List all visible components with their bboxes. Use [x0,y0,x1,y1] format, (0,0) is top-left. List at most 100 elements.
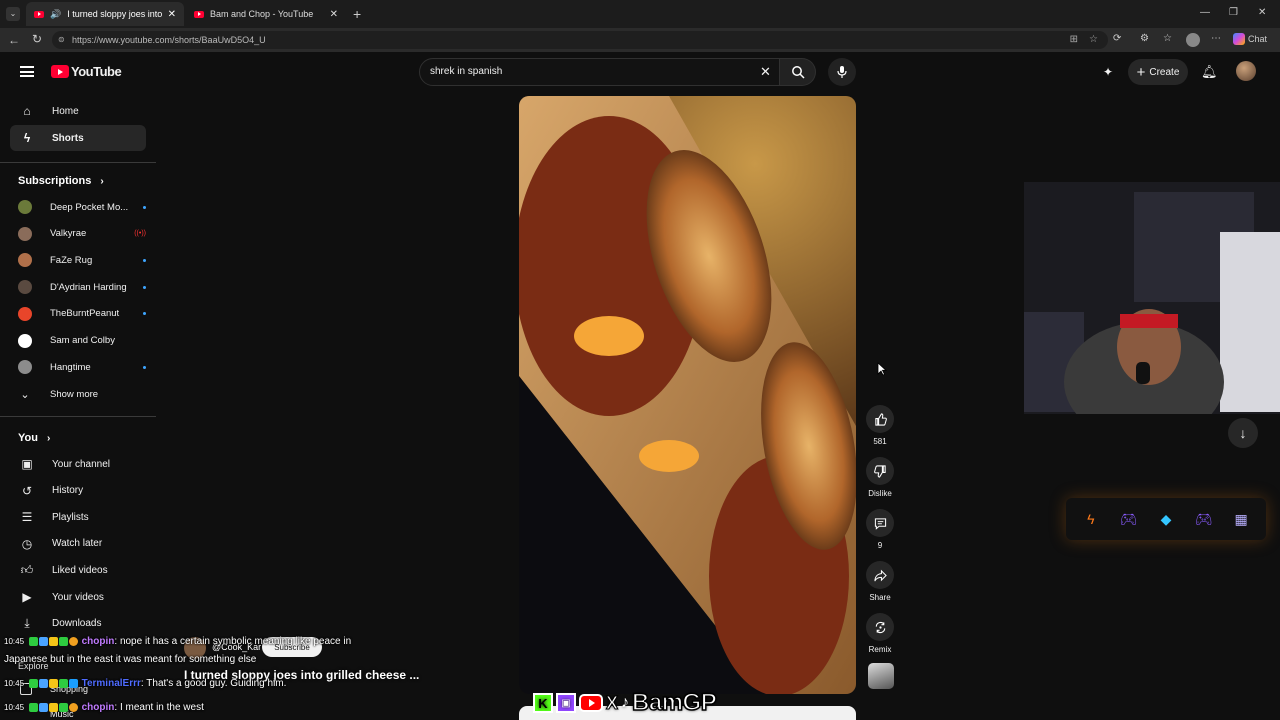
stream-chat-overlay: 10:45 chopin: nope it has a certain symb… [0,632,520,720]
tab-sloppy-joes[interactable]: 🔊 I turned sloppy joes into grille ✕ [26,2,184,26]
show-more-button[interactable]: ⌄ Show more [18,381,146,407]
mouse-cursor-icon [877,362,887,376]
back-icon[interactable]: ← [8,34,20,46]
tab-list-button[interactable]: ⌄ [6,7,20,21]
new-tab-icon[interactable]: + [353,7,361,21]
youtube-icon [579,694,603,712]
sidebar-subscription-item[interactable]: D'Aydrian Harding [18,274,146,300]
like-count: 581 [873,437,887,446]
extensions-icon[interactable]: ⟳ [1113,34,1121,44]
ai-sparkle-icon[interactable]: ✦ [1103,65,1113,79]
restore-icon[interactable]: ❐ [1229,8,1238,18]
account-avatar[interactable] [1236,61,1256,81]
next-short-button[interactable]: ↓ [1228,418,1258,448]
channel-avatar [18,200,32,214]
search-input[interactable]: shrek in spanish [430,66,502,77]
play-square-icon: ▶ [22,590,32,604]
sidebar-subscription-item[interactable]: Hangtime [18,354,146,380]
profile-avatar[interactable] [1186,33,1200,47]
voice-search-button[interactable] [828,58,856,86]
chat-text: That's a good guy. Guiding him. [146,678,287,689]
extension-puzzle-icon[interactable]: ⚙ [1140,34,1149,44]
search-box[interactable]: shrek in spanish ✕ [419,58,780,86]
short-video-player[interactable] [519,96,856,694]
url-field[interactable]: ⊜ https://www.youtube.com/shorts/BaaUwD5… [52,31,1108,49]
live-indicator-icon: ((•)) [134,230,146,238]
site-info-icon[interactable]: ⊜ [58,35,65,44]
sidebar-subscription-item[interactable]: FaZe Rug [18,247,146,273]
chat-time: 10:45 [4,703,25,712]
tab-title: Bam and Chop - YouTube [210,9,314,19]
new-content-dot [143,285,146,289]
read-aloud-icon[interactable]: ⊞ [1070,34,1078,45]
youtube-logo[interactable]: YouTube [51,64,122,79]
comments-button[interactable]: 9 [866,509,894,550]
sidebar-item-label: Playlists [52,511,89,523]
more-menu-icon[interactable]: ⋯ [1211,34,1221,44]
favorites-icon[interactable]: ☆ [1163,34,1172,44]
sidebar-subscription-item[interactable]: Valkyrae ((•)) [18,221,146,247]
badge-icon [28,636,38,646]
badge-icon [68,702,78,712]
new-content-dot [143,205,146,209]
sidebar-item-playlists[interactable]: ☰ Playlists [10,504,146,530]
dislike-button[interactable]: Dislike [866,457,894,498]
clear-search-icon[interactable]: ✕ [760,64,771,80]
minimize-icon[interactable]: — [1200,8,1210,18]
notifications-bell-icon[interactable]: 🔔︎ [1201,64,1218,80]
chat-separator: : [140,678,144,689]
close-tab-icon[interactable]: ✕ [330,9,338,20]
share-icon [866,561,894,589]
sidebar-item-shorts[interactable]: ϟ Shorts [10,125,146,151]
sidebar-item-home[interactable]: ⌂ Home [10,98,146,124]
tiktok-icon: ♪ [621,694,630,711]
thumbs-up-icon: 👍︎ [20,562,34,577]
reload-icon[interactable]: ↻ [32,33,42,45]
channel-avatar [18,360,32,375]
subscriptions-heading[interactable]: Subscriptions › [18,175,104,187]
sidebar-item-label: Home [52,105,79,117]
sidebar-item-watch-later[interactable]: ◷ Watch later [10,531,146,557]
menu-icon[interactable] [20,66,34,77]
sidebar-subscription-item[interactable]: TheBurntPeanut [18,301,146,327]
sidebar-item-your-videos[interactable]: ▶ Your videos [10,584,146,610]
speaker-icon[interactable]: 🔊 [50,9,61,20]
tab-bam-and-chop[interactable]: Bam and Chop - YouTube ✕ [186,2,346,26]
chat-text: nope it has a certain symbolic meaning l… [119,636,352,647]
twitch-icon: ▣ [556,693,576,713]
copilot-icon [1233,33,1245,45]
chat-username: TerminalErrr [81,678,141,689]
dislike-label: Dislike [868,489,892,498]
new-content-dot [143,258,146,262]
sidebar-item-liked-videos[interactable]: 👍︎ Liked videos [10,557,146,583]
channel-avatar [18,253,32,268]
chat-message: 10:45 chopin: I meant in the west [4,702,204,713]
comment-icon [866,509,894,537]
search-button[interactable] [780,58,816,86]
subscription-label: TheBurntPeanut [50,308,120,320]
close-tab-icon[interactable]: ✕ [168,9,176,20]
chat-label: Chat [1248,33,1268,44]
like-button[interactable]: 581 [866,405,894,446]
create-button[interactable]: + Create [1128,59,1188,85]
chat-message: 10:45 chopin: nope it has a certain symb… [4,636,351,647]
badge-icon [38,702,48,712]
sidebar-item-label: Liked videos [52,564,108,576]
sidebar-subscription-item[interactable]: Sam and Colby [18,328,146,354]
share-button[interactable]: Share [866,561,894,602]
show-more-label: Show more [50,388,99,400]
short-video-frame [519,96,856,694]
chevron-right-icon: › [47,433,51,444]
sidebar-item-history[interactable]: ↺ History [10,478,146,504]
sidebar-subscription-item[interactable]: Deep Pocket Mo... [18,194,146,220]
chat-message-continued: Japanese but in the east it was meant fo… [4,654,257,665]
user-square-icon: ▣ [21,457,33,471]
you-heading[interactable]: You › [18,432,50,444]
remix-button[interactable]: Remix [866,613,894,654]
favorite-star-icon[interactable]: ☆ [1089,34,1098,45]
badge-icon [58,702,68,712]
copilot-chat-button[interactable]: Chat [1233,33,1267,45]
audio-source-thumbnail[interactable] [868,663,894,689]
sidebar-item-your-channel[interactable]: ▣ Your channel [10,451,146,477]
window-close-icon[interactable]: ✕ [1258,8,1266,18]
